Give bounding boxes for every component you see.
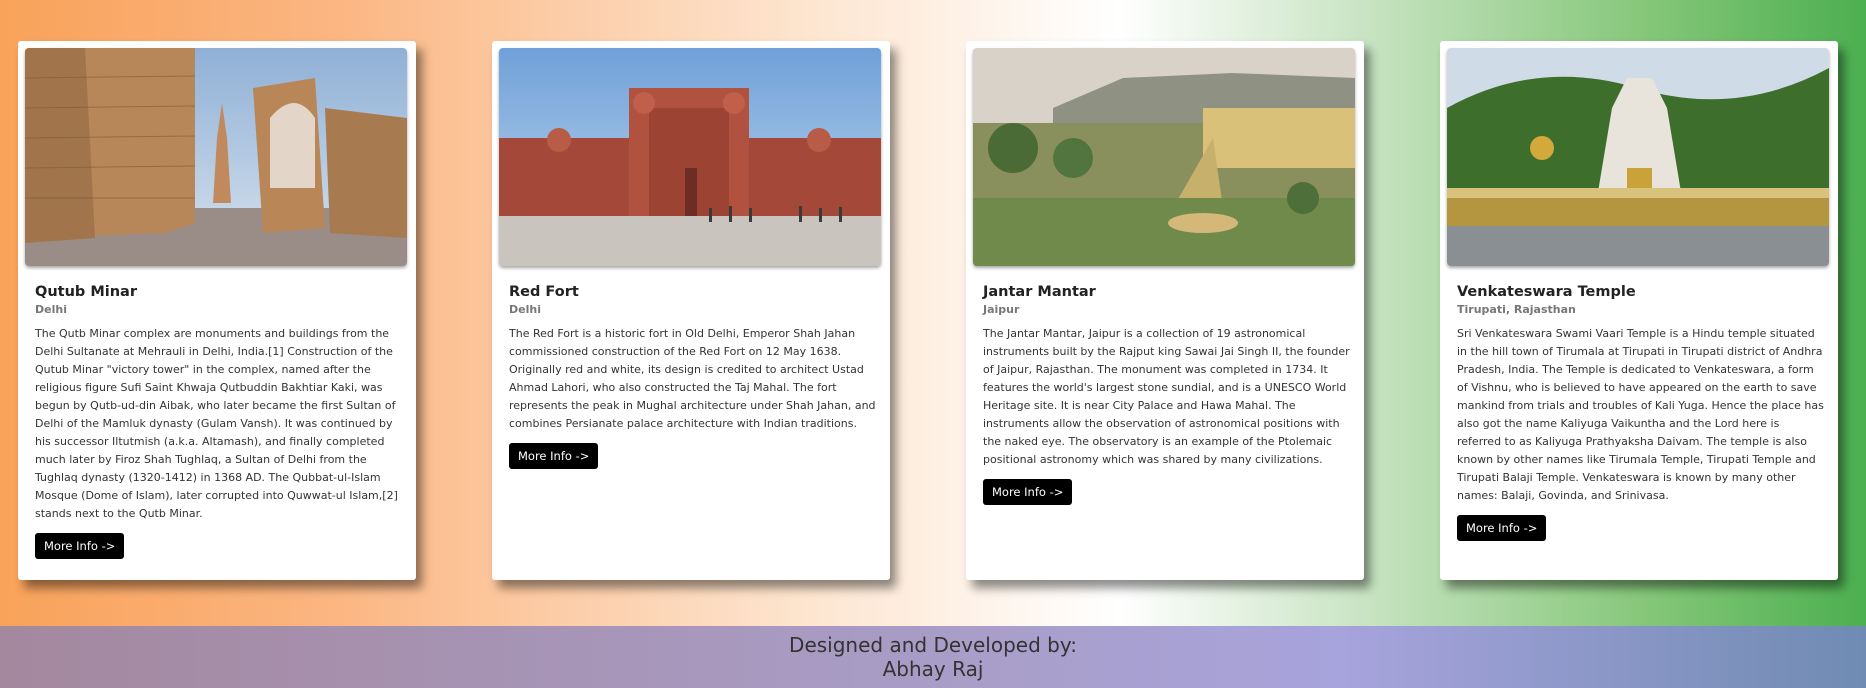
more-info-button[interactable]: More Info -> bbox=[509, 443, 599, 469]
card-body: Venkateswara Temple Tirupati, Rajasthan … bbox=[1457, 282, 1825, 541]
card-subtitle: Delhi bbox=[35, 303, 67, 316]
card-text: The Qutb Minar complex are monuments and… bbox=[35, 327, 398, 520]
card-title: Red Fort bbox=[509, 284, 579, 300]
card-text: Sri Venkateswara Swami Vaari Temple is a… bbox=[1457, 327, 1824, 502]
red-fort-image bbox=[499, 48, 881, 266]
card-subtitle: Jaipur bbox=[983, 303, 1020, 316]
footer-credit-heading: Designed and Developed by: bbox=[789, 633, 1077, 657]
card-body: Jantar Mantar Jaipur The Jantar Mantar, … bbox=[983, 282, 1351, 505]
venkateswara-temple-image bbox=[1447, 48, 1829, 266]
more-info-button[interactable]: More Info -> bbox=[1457, 515, 1547, 541]
card-text: The Red Fort is a historic fort in Old D… bbox=[509, 327, 876, 430]
card-red-fort: Red Fort Delhi The Red Fort is a histori… bbox=[492, 41, 890, 580]
more-info-button[interactable]: More Info -> bbox=[983, 479, 1073, 505]
footer-author-name: Abhay Raj bbox=[882, 657, 984, 681]
qutub-minar-image bbox=[25, 48, 407, 266]
card-title: Venkateswara Temple bbox=[1457, 284, 1636, 300]
main-section: Qutub Minar Delhi The Qutb Minar complex… bbox=[0, 0, 1866, 626]
card-subtitle: Tirupati, Rajasthan bbox=[1457, 303, 1576, 316]
card-qutub-minar: Qutub Minar Delhi The Qutb Minar complex… bbox=[18, 41, 416, 580]
card-text: The Jantar Mantar, Jaipur is a collectio… bbox=[983, 327, 1350, 466]
card-title: Jantar Mantar bbox=[983, 284, 1096, 300]
more-info-button[interactable]: More Info -> bbox=[35, 533, 125, 559]
card-title: Qutub Minar bbox=[35, 284, 137, 300]
card-venkateswara-temple: Venkateswara Temple Tirupati, Rajasthan … bbox=[1440, 41, 1838, 580]
jantar-mantar-image bbox=[973, 48, 1355, 266]
card-jantar-mantar: Jantar Mantar Jaipur The Jantar Mantar, … bbox=[966, 41, 1364, 580]
card-body: Qutub Minar Delhi The Qutb Minar complex… bbox=[35, 282, 403, 559]
card-body: Red Fort Delhi The Red Fort is a histori… bbox=[509, 282, 877, 469]
footer: Designed and Developed by: Abhay Raj bbox=[0, 626, 1866, 688]
card-subtitle: Delhi bbox=[509, 303, 541, 316]
